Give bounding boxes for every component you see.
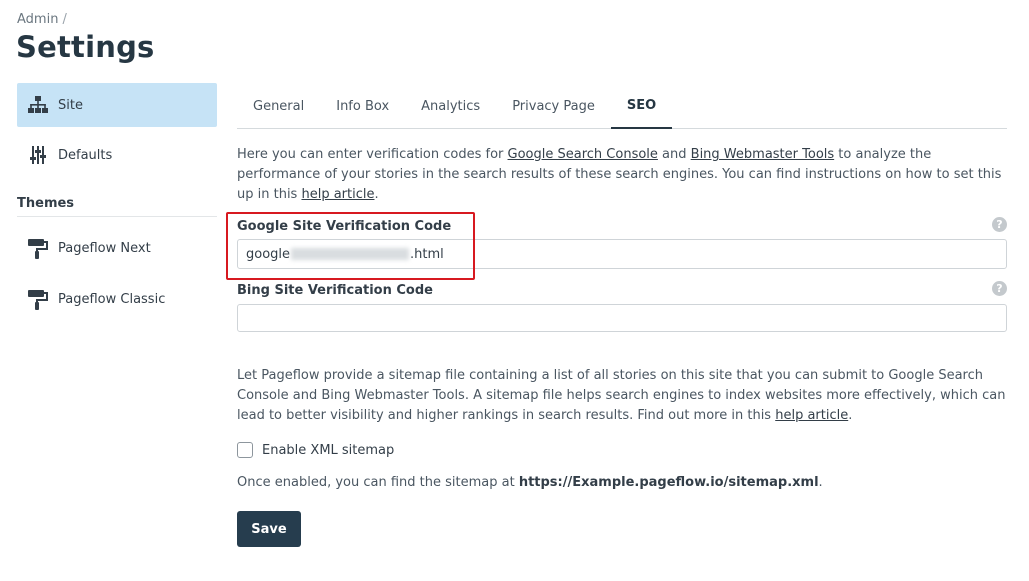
sidebar-item-defaults[interactable]: Defaults bbox=[17, 133, 217, 177]
sliders-icon bbox=[27, 144, 49, 166]
intro-text-part: and bbox=[657, 147, 691, 162]
google-search-console-link[interactable]: Google Search Console bbox=[508, 147, 658, 162]
paint-roller-icon bbox=[27, 238, 49, 260]
sitemap-text-part: Let Pageflow provide a sitemap file cont… bbox=[237, 368, 1006, 423]
sidebar-item-label: Site bbox=[58, 97, 83, 113]
tab-privacy-page[interactable]: Privacy Page bbox=[496, 83, 611, 129]
intro-text-part: . bbox=[374, 187, 379, 202]
intro-text: Here you can enter verification codes fo… bbox=[237, 145, 1007, 205]
sitemap-note-text: . bbox=[818, 475, 823, 490]
breadcrumb-separator: / bbox=[62, 12, 67, 27]
save-button[interactable]: Save bbox=[237, 511, 301, 547]
sidebar-item-label: Pageflow Next bbox=[58, 241, 151, 256]
help-article-link[interactable]: help article bbox=[301, 187, 374, 202]
bing-verification-input[interactable] bbox=[237, 304, 1007, 332]
sitemap-note: Once enabled, you can find the sitemap a… bbox=[237, 473, 1007, 493]
tab-info-box[interactable]: Info Box bbox=[320, 83, 405, 129]
sidebar-item-pageflow-classic[interactable]: Pageflow Classic bbox=[17, 274, 217, 325]
sitemap-text-part: . bbox=[848, 408, 853, 423]
sidebar-item-label: Pageflow Classic bbox=[58, 292, 166, 307]
sidebar: Site Defaults Themes Pageflow Next Pagef… bbox=[17, 83, 217, 325]
sidebar-item-label: Defaults bbox=[58, 147, 113, 163]
enable-sitemap-label[interactable]: Enable XML sitemap bbox=[262, 443, 394, 458]
sidebar-section-themes: Themes bbox=[17, 191, 217, 217]
tab-general[interactable]: General bbox=[237, 83, 320, 129]
breadcrumb-admin-link[interactable]: Admin bbox=[17, 12, 58, 27]
breadcrumb: Admin / bbox=[17, 12, 67, 27]
bing-field-header: Bing Site Verification Code ? bbox=[237, 281, 1007, 301]
page-title: Settings bbox=[16, 30, 155, 64]
sitemap-icon bbox=[27, 94, 49, 116]
seo-panel: Here you can enter verification codes fo… bbox=[237, 145, 1007, 205]
tab-analytics[interactable]: Analytics bbox=[405, 83, 496, 129]
tab-seo[interactable]: SEO bbox=[610, 83, 673, 129]
bing-webmaster-tools-link[interactable]: Bing Webmaster Tools bbox=[691, 147, 835, 162]
enable-sitemap-row[interactable]: Enable XML sitemap bbox=[237, 442, 394, 458]
sidebar-item-site[interactable]: Site bbox=[17, 83, 217, 127]
help-icon[interactable]: ? bbox=[992, 281, 1007, 296]
sidebar-item-pageflow-next[interactable]: Pageflow Next bbox=[17, 223, 217, 274]
enable-sitemap-checkbox[interactable] bbox=[237, 442, 253, 458]
bing-field-label: Bing Site Verification Code bbox=[237, 283, 433, 298]
help-icon[interactable]: ? bbox=[992, 217, 1007, 232]
sitemap-text: Let Pageflow provide a sitemap file cont… bbox=[237, 366, 1007, 426]
settings-tabs: General Info Box Analytics Privacy Page … bbox=[237, 83, 1007, 129]
highlight-box bbox=[226, 212, 475, 280]
sitemap-url: https://Example.pageflow.io/sitemap.xml bbox=[518, 475, 819, 490]
paint-roller-icon bbox=[27, 289, 49, 311]
sitemap-note-text: Once enabled, you can find the sitemap a… bbox=[237, 475, 519, 490]
intro-text-part: Here you can enter verification codes fo… bbox=[237, 147, 508, 162]
sitemap-help-article-link[interactable]: help article bbox=[775, 408, 848, 423]
